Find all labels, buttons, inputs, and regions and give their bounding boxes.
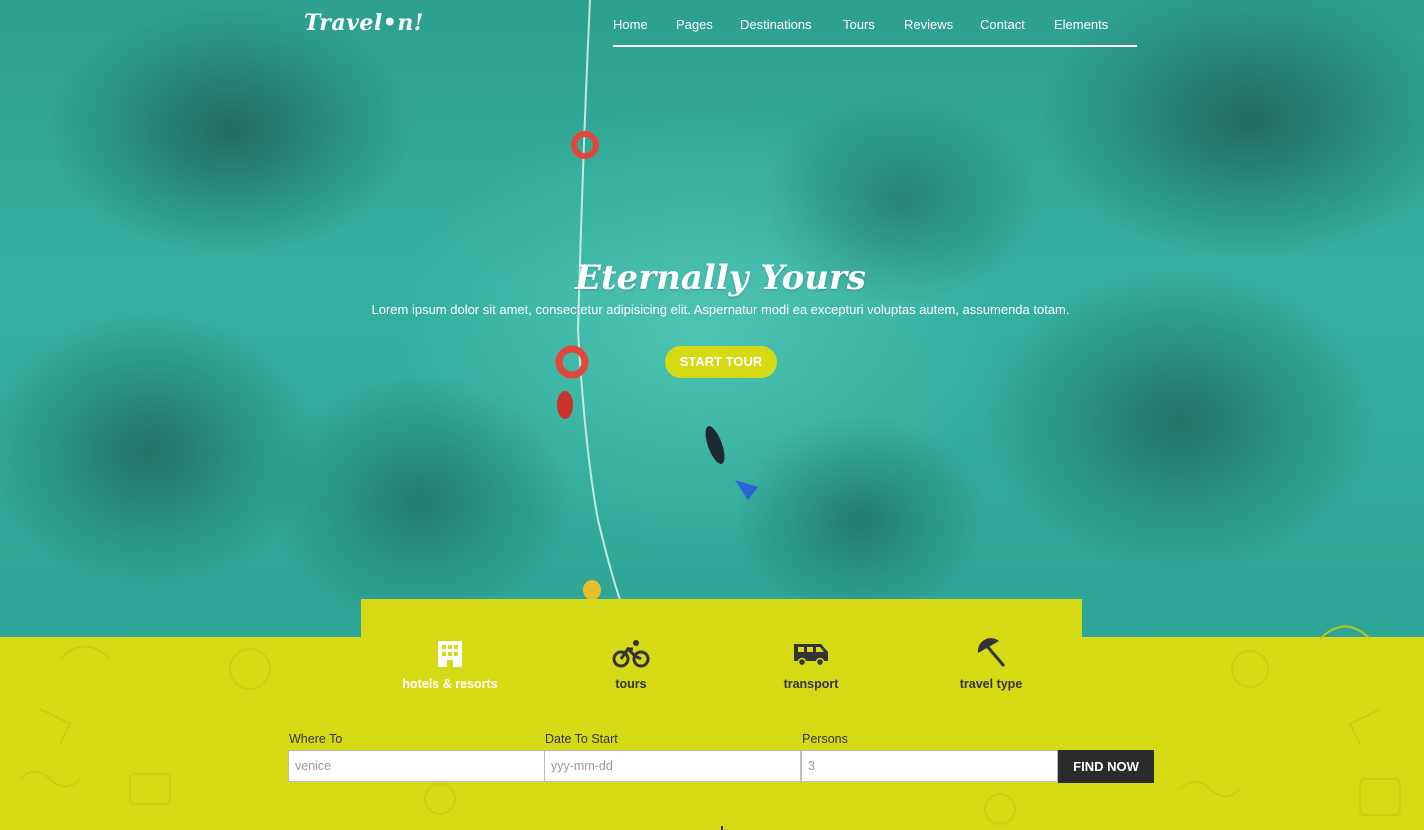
site-logo[interactable]: Travel•n! — [304, 10, 424, 36]
tab-hotels-resorts[interactable]: hotels & resorts — [360, 638, 540, 691]
nav-home[interactable]: Home — [613, 17, 648, 32]
nav-elements[interactable]: Elements — [1054, 17, 1108, 32]
building-icon — [438, 641, 462, 667]
date-to-start-label: Date To Start — [545, 732, 618, 746]
water-scene-illustration — [555, 0, 758, 601]
hero-subtitle: Lorem ipsum dolor sit amet, consectetur … — [371, 302, 1070, 317]
bicycle-icon — [612, 640, 650, 668]
tab-label: tours — [615, 677, 647, 691]
scroll-indicator — [721, 826, 723, 830]
where-to-input[interactable] — [288, 750, 545, 782]
hero-background — [0, 0, 1424, 637]
tab-travel-type[interactable]: travel type — [901, 638, 1081, 691]
find-now-button[interactable]: FIND NOW — [1058, 750, 1154, 783]
tab-label: travel type — [959, 677, 1023, 691]
van-icon — [794, 644, 828, 667]
main-navigation: Home Pages Destinations Tours Reviews Co… — [613, 0, 1137, 47]
persons-label: Persons — [802, 732, 848, 746]
tab-tours[interactable]: tours — [541, 638, 721, 691]
nav-tours[interactable]: Tours — [843, 17, 875, 32]
tab-transport[interactable]: transport — [721, 638, 901, 691]
tab-label: transport — [783, 677, 839, 691]
tab-label: hotels & resorts — [402, 677, 498, 691]
beach-umbrella-icon — [977, 638, 1006, 667]
nav-pages[interactable]: Pages — [676, 17, 713, 32]
start-tour-button[interactable]: START TOUR — [665, 346, 777, 378]
hero-title: Eternally Yours — [574, 258, 867, 298]
nav-reviews[interactable]: Reviews — [904, 17, 953, 32]
nav-destinations[interactable]: Destinations — [740, 17, 812, 32]
nav-contact[interactable]: Contact — [980, 17, 1025, 32]
where-to-label: Where To — [289, 732, 343, 746]
date-to-start-input[interactable] — [544, 750, 801, 782]
persons-input[interactable] — [801, 750, 1058, 782]
